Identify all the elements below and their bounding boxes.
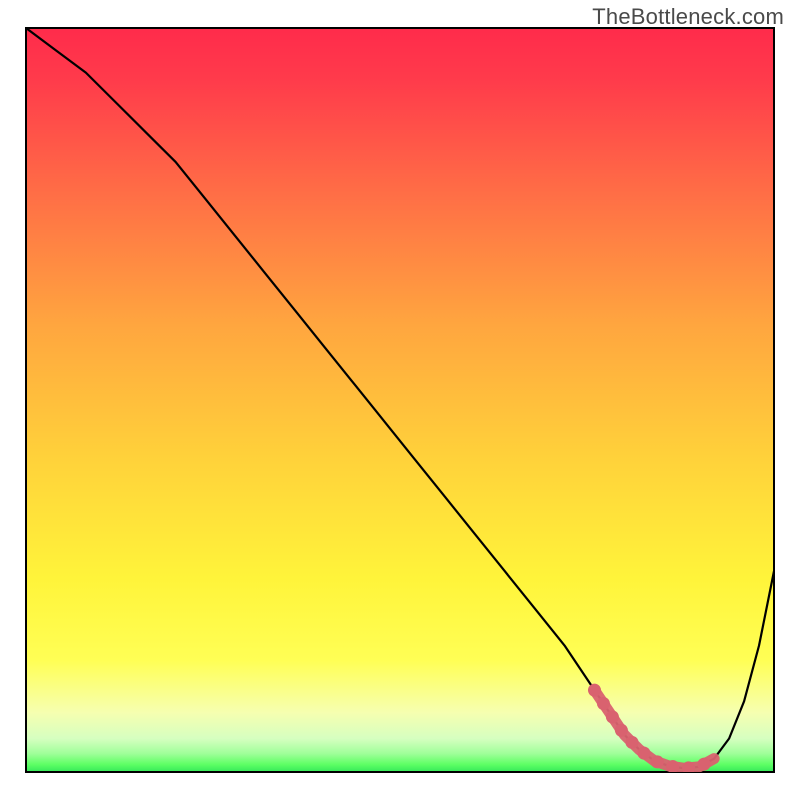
plot-background [26,28,774,772]
chart-container: { "watermark": "TheBottleneck.com", "col… [0,0,800,800]
bottleneck-chart [0,0,800,800]
